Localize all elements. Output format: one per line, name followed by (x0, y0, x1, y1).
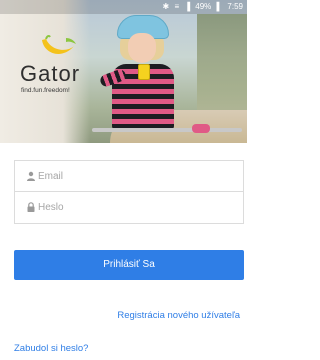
forgot-password-link[interactable]: Zabudol si heslo? (14, 343, 88, 354)
battery-percent: 49% (195, 2, 212, 11)
hero-child-face (128, 33, 156, 63)
password-field-container (14, 192, 244, 224)
wifi-icon: ≡ (174, 2, 180, 11)
brand-tagline: find.fun.freedom! (21, 87, 70, 94)
bluetooth-icon: ✱ (162, 2, 170, 11)
hero-bike-handlebar (92, 128, 242, 132)
status-time: 7:59 (227, 2, 243, 11)
lock-icon (27, 202, 35, 212)
hero-bike-grip (192, 124, 210, 133)
email-input[interactable] (38, 161, 228, 191)
brand-name: Gator (20, 61, 81, 86)
hero-image: Gator find.fun.freedom! (0, 0, 247, 143)
person-icon (27, 171, 35, 181)
hero-gator-watch (138, 64, 150, 80)
banana-logo-icon (42, 34, 76, 54)
battery-icon: ▌ (216, 2, 223, 11)
register-link[interactable]: Registrácia nového užívateľa (117, 310, 240, 321)
login-form (14, 160, 244, 224)
login-button[interactable]: Prihlásiť Sa (14, 250, 244, 280)
email-field-container (14, 160, 244, 192)
password-input[interactable] (38, 192, 228, 222)
signal-icon: ▐ (184, 2, 191, 11)
status-bar: ✱ ≡ ▐ 49% ▌ 7:59 (0, 0, 247, 14)
